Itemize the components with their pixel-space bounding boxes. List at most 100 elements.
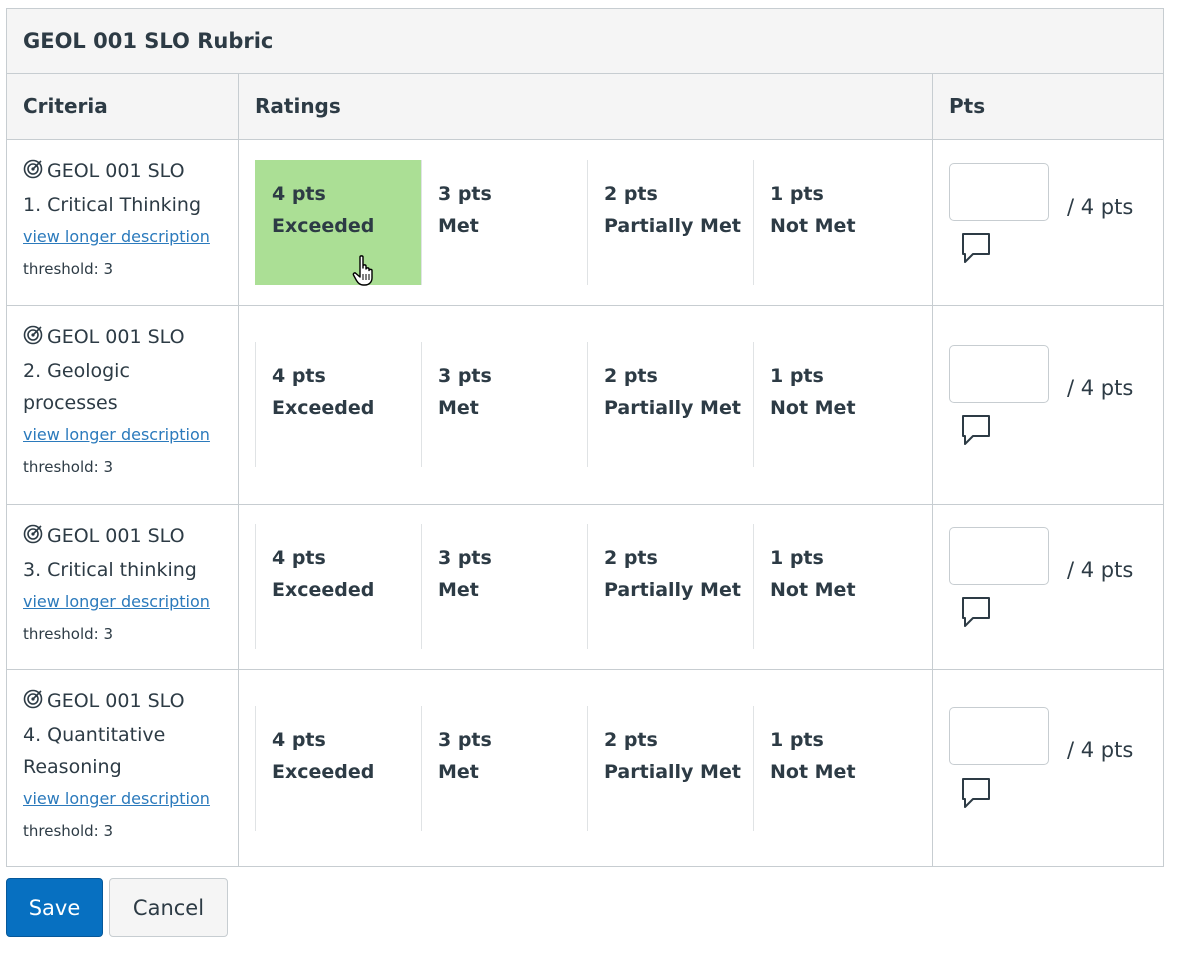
rating-label: Met bbox=[438, 215, 479, 237]
rating-points: 3 pts bbox=[438, 729, 492, 751]
criterion-cell: GEOL 001 SLO 2. Geologic processes view … bbox=[7, 306, 239, 504]
rating-label: Not Met bbox=[770, 215, 856, 237]
rating-label: Partially Met bbox=[604, 579, 741, 601]
points-input[interactable] bbox=[949, 345, 1049, 403]
criterion-threshold: threshold: 3 bbox=[23, 260, 114, 278]
rating-not-met[interactable]: 1 pts Not Met bbox=[753, 160, 917, 285]
rating-points: 3 pts bbox=[438, 547, 492, 569]
criterion-line3: Reasoning bbox=[23, 756, 122, 778]
points-input[interactable] bbox=[949, 707, 1049, 765]
criterion-description: GEOL 001 SLO 3. Critical thinking bbox=[23, 520, 228, 586]
rubric-table: GEOL 001 SLO Rubric Criteria Ratings Pts… bbox=[6, 8, 1164, 867]
header-criteria: Criteria bbox=[7, 74, 239, 139]
points-cell: / 4 pts bbox=[933, 670, 1163, 866]
criterion-line2: 4. Quantitative bbox=[23, 724, 166, 746]
rating-points: 3 pts bbox=[438, 183, 492, 205]
rating-points: 4 pts bbox=[272, 365, 326, 387]
rating-exceeded[interactable]: 4 pts Exceeded bbox=[255, 706, 421, 831]
rating-label: Met bbox=[438, 761, 479, 783]
rating-label: Exceeded bbox=[272, 397, 375, 419]
criterion-line2: 2. Geologic bbox=[23, 360, 130, 382]
ratings-cell: 4 pts Exceeded 3 pts Met 2 pts Partially… bbox=[239, 505, 933, 669]
points-input[interactable] bbox=[949, 527, 1049, 585]
criterion-cell: GEOL 001 SLO 4. Quantitative Reasoning v… bbox=[7, 670, 239, 866]
cancel-button[interactable]: Cancel bbox=[109, 878, 228, 937]
rating-points: 4 pts bbox=[272, 729, 326, 751]
rating-not-met[interactable]: 1 pts Not Met bbox=[753, 342, 917, 467]
comment-bubble-icon[interactable] bbox=[961, 777, 991, 813]
criterion-line2: 3. Critical thinking bbox=[23, 559, 197, 581]
criterion-line1: GEOL 001 SLO bbox=[47, 690, 185, 712]
criterion-row: GEOL 001 SLO 4. Quantitative Reasoning v… bbox=[7, 670, 1163, 866]
rating-met[interactable]: 3 pts Met bbox=[421, 342, 587, 467]
rating-points: 1 pts bbox=[770, 729, 824, 751]
points-total: / 4 pts bbox=[1067, 195, 1134, 219]
criterion-line1: GEOL 001 SLO bbox=[47, 160, 185, 182]
criterion-line2: 1. Critical Thinking bbox=[23, 194, 202, 216]
view-longer-description-link[interactable]: view longer description bbox=[23, 586, 228, 618]
outcome-target-icon bbox=[23, 323, 43, 355]
rubric-title: GEOL 001 SLO Rubric bbox=[7, 9, 1163, 74]
ratings-group: 4 pts Exceeded 3 pts Met 2 pts Partially… bbox=[255, 342, 917, 467]
criterion-row: GEOL 001 SLO 3. Critical thinking view l… bbox=[7, 505, 1163, 670]
criterion-line1: GEOL 001 SLO bbox=[47, 525, 185, 547]
criterion-description: GEOL 001 SLO 2. Geologic processes bbox=[23, 321, 228, 419]
rating-exceeded[interactable]: 4 pts Exceeded bbox=[255, 160, 421, 285]
ratings-cell: 4 pts Exceeded 3 pts Met 2 pts Partially… bbox=[239, 306, 933, 504]
save-button[interactable]: Save bbox=[6, 878, 103, 937]
rating-points: 4 pts bbox=[272, 547, 326, 569]
rating-points: 2 pts bbox=[604, 729, 658, 751]
view-longer-description-link[interactable]: view longer description bbox=[23, 221, 228, 253]
rating-points: 4 pts bbox=[272, 183, 326, 205]
rating-label: Exceeded bbox=[272, 761, 375, 783]
ratings-group: 4 pts Exceeded 3 pts Met 2 pts Partially… bbox=[255, 524, 917, 649]
rating-label: Exceeded bbox=[272, 579, 375, 601]
rating-label: Partially Met bbox=[604, 397, 741, 419]
points-cell: / 4 pts bbox=[933, 140, 1163, 305]
rating-exceeded[interactable]: 4 pts Exceeded bbox=[255, 524, 421, 649]
view-longer-description-link[interactable]: view longer description bbox=[23, 419, 228, 451]
criterion-line3: processes bbox=[23, 392, 118, 414]
points-total: / 4 pts bbox=[1067, 738, 1134, 762]
rating-label: Partially Met bbox=[604, 215, 741, 237]
rating-met[interactable]: 3 pts Met bbox=[421, 706, 587, 831]
rating-not-met[interactable]: 1 pts Not Met bbox=[753, 706, 917, 831]
rating-exceeded[interactable]: 4 pts Exceeded bbox=[255, 342, 421, 467]
view-longer-description-link[interactable]: view longer description bbox=[23, 783, 228, 815]
rating-points: 1 pts bbox=[770, 183, 824, 205]
ratings-group: 4 pts Exceeded 3 pts Met 2 pts Partially… bbox=[255, 706, 917, 831]
ratings-cell: 4 pts Exceeded 3 pts Met 2 pts Partially… bbox=[239, 670, 933, 866]
comment-bubble-icon[interactable] bbox=[961, 596, 991, 632]
rating-partially-met[interactable]: 2 pts Partially Met bbox=[587, 706, 753, 831]
rating-met[interactable]: 3 pts Met bbox=[421, 160, 587, 285]
criterion-row: GEOL 001 SLO 2. Geologic processes view … bbox=[7, 306, 1163, 505]
criterion-threshold: threshold: 3 bbox=[23, 625, 114, 643]
rating-met[interactable]: 3 pts Met bbox=[421, 524, 587, 649]
rating-label: Not Met bbox=[770, 397, 856, 419]
rating-partially-met[interactable]: 2 pts Partially Met bbox=[587, 160, 753, 285]
criterion-cell: GEOL 001 SLO 1. Critical Thinking view l… bbox=[7, 140, 239, 305]
criterion-line1: GEOL 001 SLO bbox=[47, 326, 185, 348]
comment-bubble-icon[interactable] bbox=[961, 414, 991, 450]
points-total: / 4 pts bbox=[1067, 558, 1134, 582]
outcome-target-icon bbox=[23, 157, 43, 189]
outcome-target-icon bbox=[23, 687, 43, 719]
rating-points: 2 pts bbox=[604, 365, 658, 387]
criterion-description: GEOL 001 SLO 1. Critical Thinking bbox=[23, 155, 228, 221]
criterion-threshold: threshold: 3 bbox=[23, 458, 114, 476]
rating-label: Met bbox=[438, 397, 479, 419]
points-cell: / 4 pts bbox=[933, 306, 1163, 504]
rating-not-met[interactable]: 1 pts Not Met bbox=[753, 524, 917, 649]
rating-points: 2 pts bbox=[604, 183, 658, 205]
points-input[interactable] bbox=[949, 163, 1049, 221]
comment-bubble-icon[interactable] bbox=[961, 232, 991, 268]
criterion-description: GEOL 001 SLO 4. Quantitative Reasoning bbox=[23, 685, 228, 783]
points-total: / 4 pts bbox=[1067, 376, 1134, 400]
rating-label: Met bbox=[438, 579, 479, 601]
criterion-row: GEOL 001 SLO 1. Critical Thinking view l… bbox=[7, 140, 1163, 306]
rubric-header-row: Criteria Ratings Pts bbox=[7, 74, 1163, 140]
rating-partially-met[interactable]: 2 pts Partially Met bbox=[587, 524, 753, 649]
rating-points: 1 pts bbox=[770, 547, 824, 569]
rating-label: Partially Met bbox=[604, 761, 741, 783]
rating-partially-met[interactable]: 2 pts Partially Met bbox=[587, 342, 753, 467]
